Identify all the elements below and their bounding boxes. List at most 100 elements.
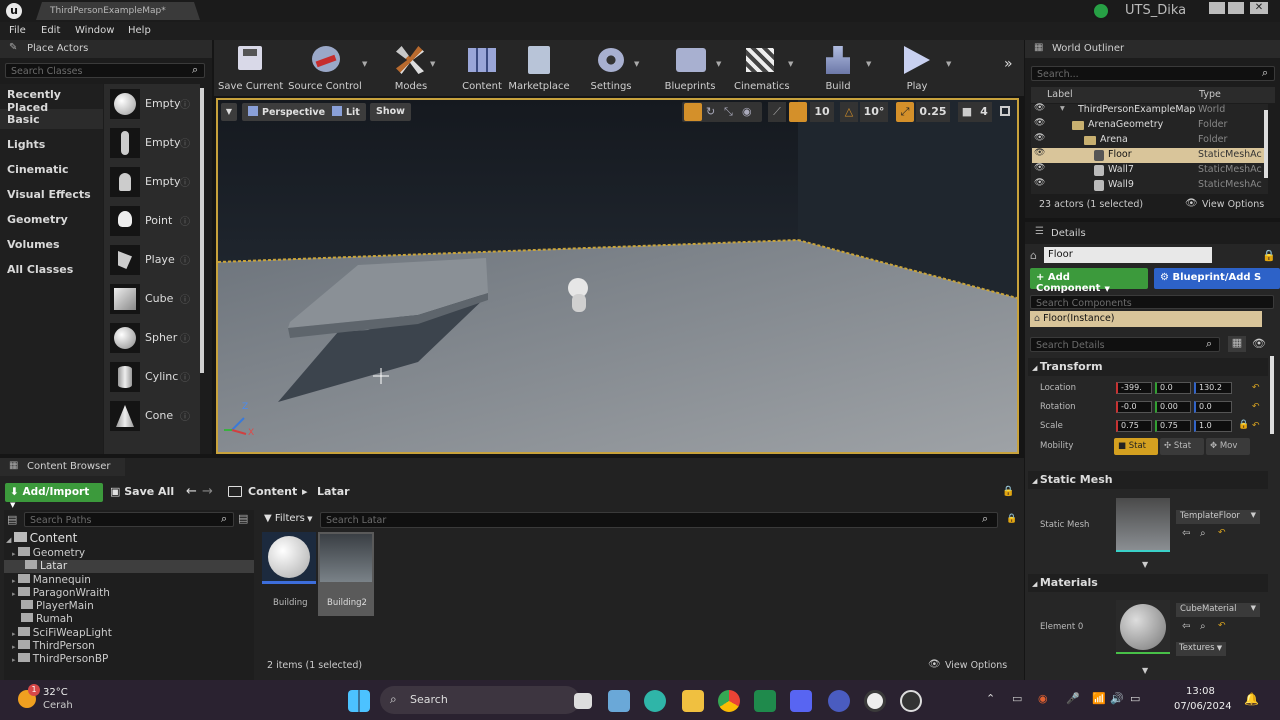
- menu-help[interactable]: Help: [128, 25, 151, 36]
- scale-snap-icon[interactable]: ⤢: [896, 102, 914, 122]
- outliner-row[interactable]: 👁 ArenaGeometry Folder: [1032, 118, 1264, 133]
- rotation-snap-value[interactable]: 10°: [860, 102, 888, 122]
- snap-surface-icon[interactable]: ⟋: [768, 102, 786, 122]
- perspective-button[interactable]: Perspective: [242, 103, 332, 121]
- eye-icon[interactable]: 👁: [1252, 337, 1266, 350]
- column-type[interactable]: Type: [1199, 89, 1221, 100]
- maximize-viewport-icon[interactable]: [1000, 106, 1010, 116]
- help-icon[interactable]: ⓘ: [180, 330, 190, 345]
- eye-icon[interactable]: 👁: [1034, 133, 1045, 143]
- textures-dropdown[interactable]: Textures ▼: [1176, 642, 1226, 656]
- tree-item-scifiweaplight[interactable]: ▸ SciFiWeapLight: [12, 627, 112, 640]
- help-icon[interactable]: ⓘ: [180, 213, 190, 228]
- outliner-row[interactable]: 👁 Arena Folder: [1032, 133, 1264, 148]
- actor-item-player-start[interactable]: Playe ⓘ: [110, 245, 198, 275]
- search-paths-input[interactable]: Search Paths: [24, 512, 234, 527]
- volume-icon[interactable]: 🔊: [1110, 692, 1124, 705]
- translate-icon[interactable]: [684, 103, 702, 121]
- category-volumes[interactable]: Volumes: [7, 238, 60, 251]
- reset-mesh-icon[interactable]: ↶: [1218, 528, 1226, 538]
- tree-item-latar-selected[interactable]: Latar: [4, 560, 254, 573]
- actor-item-point-light[interactable]: Point ⓘ: [110, 206, 198, 236]
- view-options-icon[interactable]: ▤: [238, 512, 248, 525]
- component-instance-row[interactable]: ⌂ Floor(Instance): [1030, 311, 1262, 327]
- outliner-row[interactable]: 👁 Wall9 StaticMeshAc: [1032, 178, 1264, 193]
- marketplace-button[interactable]: Marketplace: [508, 44, 570, 92]
- scale-label[interactable]: Scale: [1040, 421, 1063, 431]
- notifications-icon[interactable]: 🔔: [1244, 692, 1259, 706]
- app-icon[interactable]: [828, 690, 850, 712]
- lock-icon[interactable]: 🔒: [1262, 249, 1276, 262]
- eye-icon[interactable]: 👁: [1034, 148, 1045, 158]
- actor-item-sphere[interactable]: Spher ⓘ: [110, 323, 198, 353]
- mobility-stationary-button[interactable]: ✣ Stat: [1160, 438, 1204, 455]
- reset-rotation-icon[interactable]: ↶: [1252, 402, 1260, 412]
- rotation-x-field[interactable]: -0.0: [1116, 401, 1152, 413]
- edge-icon[interactable]: [644, 690, 666, 712]
- tree-item-paragonwraith[interactable]: ▸ ParagonWraith: [12, 587, 110, 600]
- breadcrumb-content[interactable]: Content: [248, 485, 297, 498]
- search-latar-input[interactable]: Search Latar: [320, 512, 998, 528]
- eye-icon[interactable]: 👁: [1034, 118, 1045, 128]
- help-icon[interactable]: ⓘ: [180, 174, 190, 189]
- actor-item-cone[interactable]: Cone ⓘ: [110, 401, 198, 431]
- forward-icon[interactable]: →: [202, 484, 213, 499]
- chrome-icon[interactable]: [718, 690, 740, 712]
- material-picker-dropdown[interactable]: CubeMaterial ▼: [1176, 603, 1260, 617]
- maximize-button[interactable]: [1228, 2, 1244, 14]
- tree-item-thirdpersonbp[interactable]: ▸ ThirdPersonBP: [12, 653, 108, 666]
- lock-icon[interactable]: 🔒: [1006, 514, 1017, 524]
- category-cinematic[interactable]: Cinematic: [7, 163, 69, 176]
- wifi-icon[interactable]: 📶: [1092, 692, 1106, 705]
- actor-item-empty-character[interactable]: Empty ⓘ: [110, 128, 198, 158]
- outliner-row[interactable]: 👁 Wall7 StaticMeshAc: [1032, 163, 1264, 178]
- expand-arrow-icon[interactable]: ▼: [1142, 560, 1148, 569]
- scale-z-field[interactable]: 1.0: [1194, 420, 1232, 432]
- source-control-dropdown-icon[interactable]: ▼: [362, 60, 367, 68]
- help-icon[interactable]: ⓘ: [180, 252, 190, 267]
- help-icon[interactable]: ⓘ: [180, 369, 190, 384]
- category-recently-placed[interactable]: Recently Placed: [7, 88, 103, 114]
- build-button[interactable]: Build: [818, 44, 858, 92]
- obs-icon[interactable]: [900, 690, 922, 712]
- play-dropdown-icon[interactable]: ▼: [946, 60, 951, 68]
- tray-recorder-icon[interactable]: ◉: [1038, 692, 1048, 705]
- lit-button[interactable]: Lit: [326, 103, 366, 121]
- static-mesh-thumbnail[interactable]: [1116, 498, 1170, 552]
- minimize-button[interactable]: [1209, 2, 1225, 14]
- windows-start-icon[interactable]: [348, 690, 370, 712]
- tree-item-thirdperson[interactable]: ▸ ThirdPerson: [12, 640, 95, 653]
- add-component-button[interactable]: + Add Component ▼: [1030, 268, 1148, 294]
- discord-icon[interactable]: [790, 690, 812, 712]
- category-basic[interactable]: Basic: [7, 113, 40, 126]
- category-geometry[interactable]: Geometry: [7, 213, 68, 226]
- close-button[interactable]: ✕: [1250, 2, 1268, 14]
- location-label[interactable]: Location: [1040, 383, 1076, 393]
- source-control-button[interactable]: Source Control: [288, 44, 362, 92]
- asset-tile-building[interactable]: Building: [262, 532, 316, 614]
- category-visual-effects[interactable]: Visual Effects: [7, 188, 91, 201]
- eye-icon[interactable]: 👁: [1034, 163, 1045, 173]
- clock-time[interactable]: 13:08: [1186, 686, 1215, 697]
- property-matrix-icon[interactable]: ▦: [1228, 336, 1246, 352]
- mobility-static-button[interactable]: ■ Stat: [1114, 438, 1158, 455]
- outliner-row[interactable]: 👁 ▾ ThirdPersonExampleMap World: [1032, 103, 1264, 118]
- actor-name-input[interactable]: Floor: [1044, 247, 1212, 263]
- world-icon[interactable]: ◉: [742, 105, 752, 118]
- microphone-icon[interactable]: 🎤: [1066, 692, 1080, 705]
- blueprints-button[interactable]: Blueprints: [664, 44, 716, 92]
- category-lights[interactable]: Lights: [7, 138, 45, 151]
- outliner-search-input[interactable]: Search...: [1031, 66, 1275, 81]
- location-y-field[interactable]: 0.0: [1155, 382, 1191, 394]
- build-dropdown-icon[interactable]: ▼: [866, 60, 871, 68]
- file-explorer-icon[interactable]: [682, 690, 704, 712]
- level-tab[interactable]: ThirdPersonExampleMap*: [36, 2, 200, 20]
- mesh-picker-dropdown[interactable]: TemplateFloor ▼: [1176, 510, 1260, 524]
- blueprint-add-script-button[interactable]: ⚙ Blueprint/Add S: [1154, 268, 1280, 289]
- filters-button[interactable]: ▼ Filters ▼: [264, 513, 312, 524]
- clock-date[interactable]: 07/06/2024: [1174, 701, 1232, 712]
- content-view-options[interactable]: View Options: [945, 660, 1007, 671]
- rotation-snap-icon[interactable]: △: [840, 102, 858, 122]
- reset-material-icon[interactable]: ↶: [1218, 621, 1226, 631]
- use-selected-icon[interactable]: ⇦: [1182, 528, 1190, 539]
